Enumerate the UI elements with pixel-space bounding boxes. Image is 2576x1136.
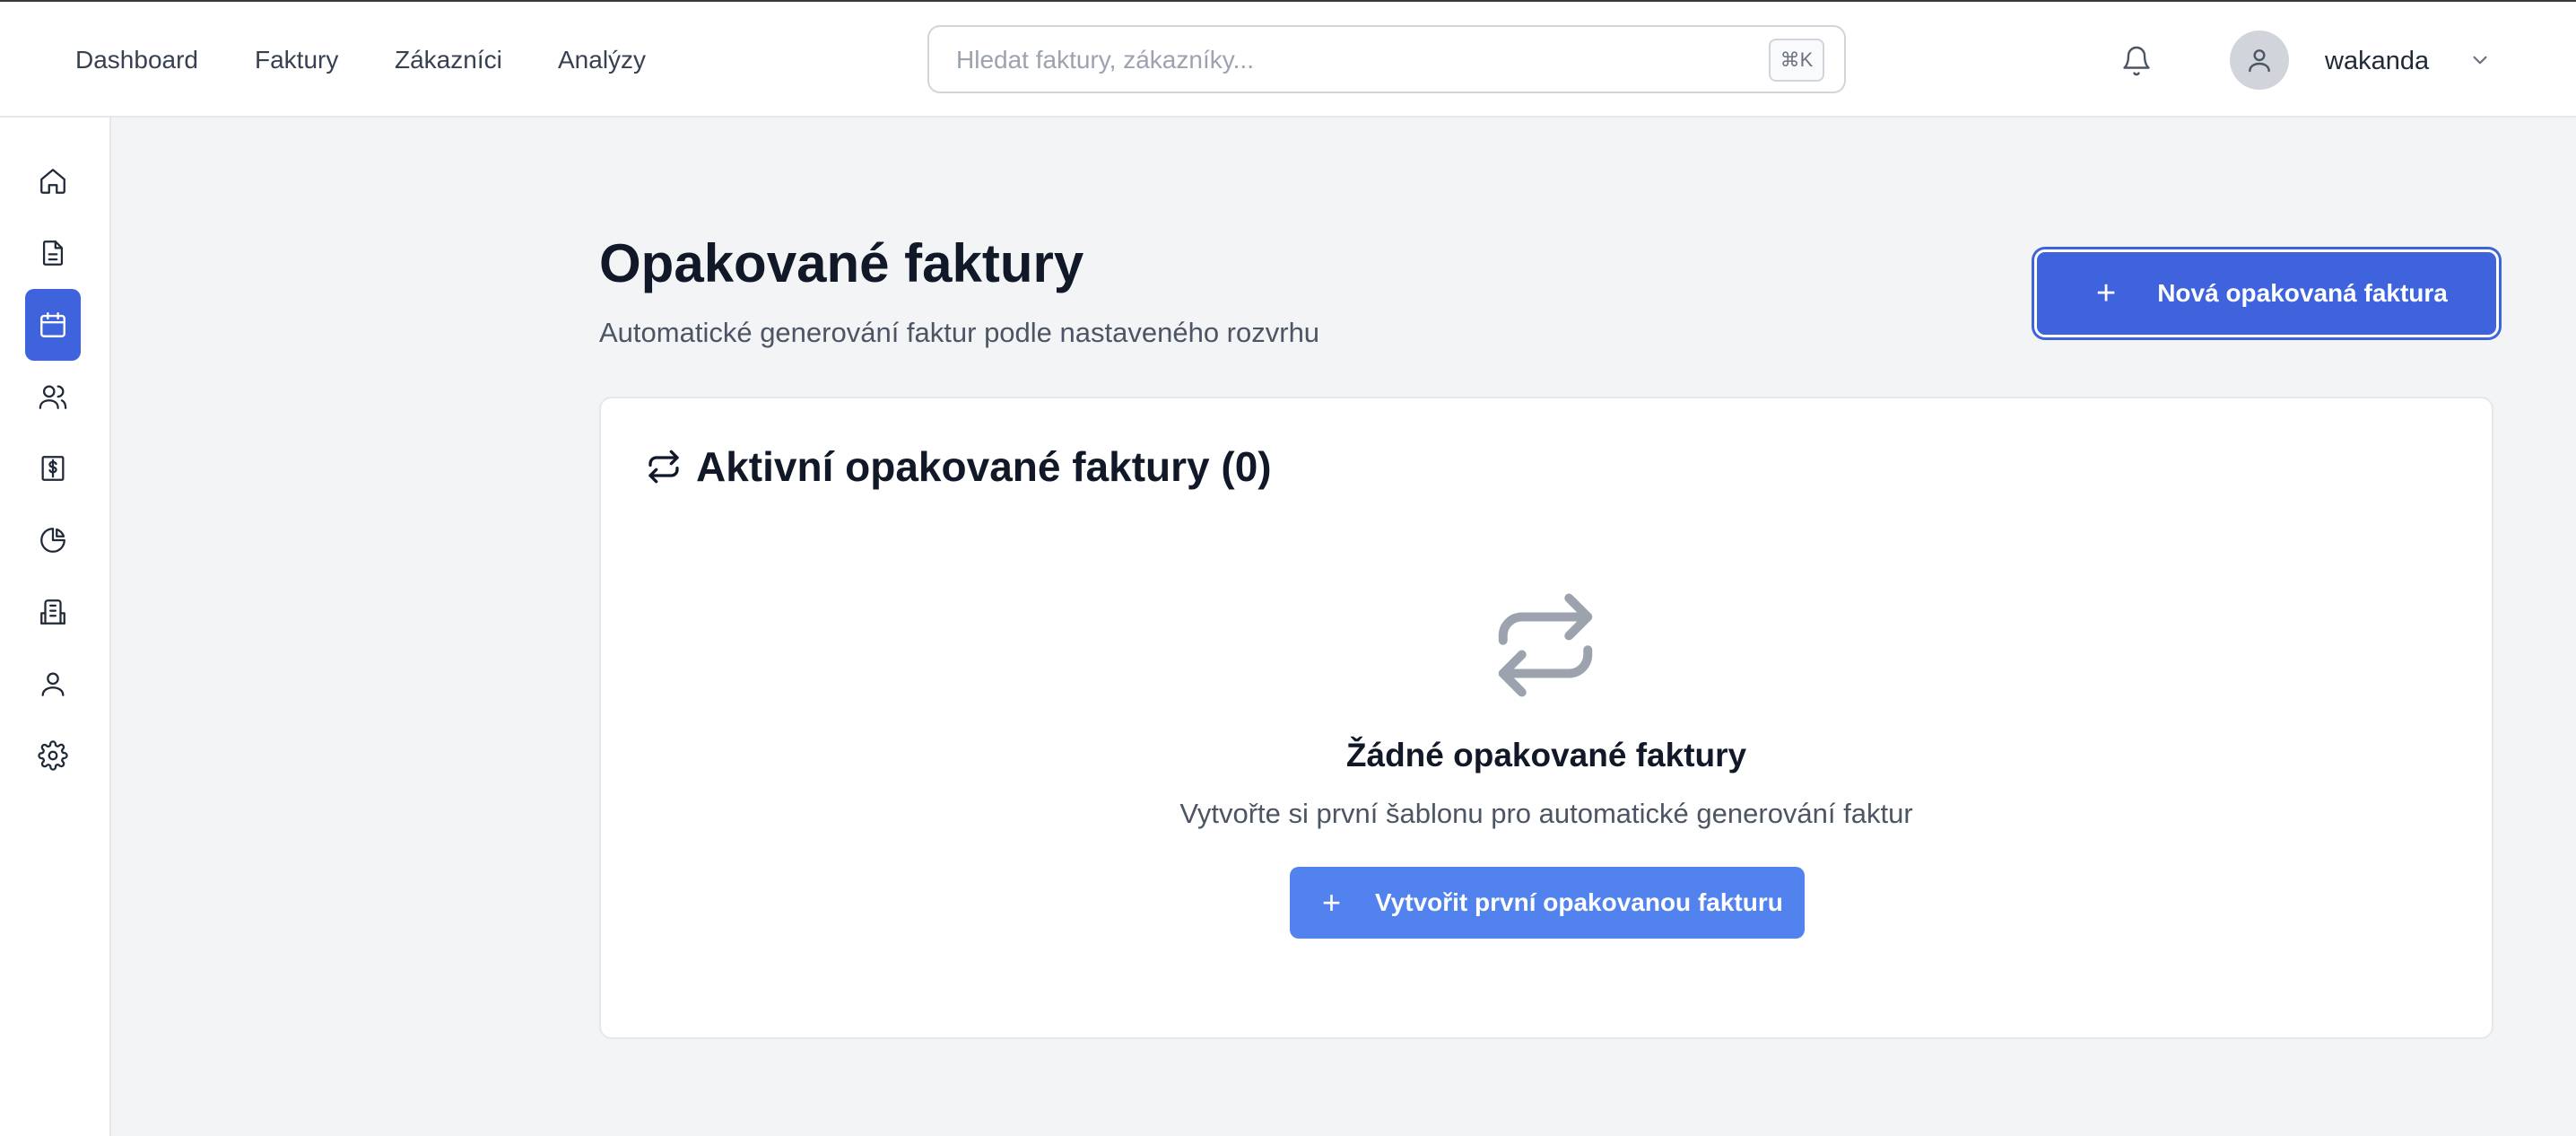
avatar[interactable]	[2230, 31, 2289, 90]
search-box: ⌘K	[927, 25, 1846, 93]
new-recurring-invoice-button[interactable]: + Nová opakovaná faktura	[2034, 249, 2499, 337]
empty-state-description: Vytvořte si první šablonu pro automatick…	[1179, 798, 1913, 829]
dollar-receipt-icon	[41, 456, 65, 481]
pie-chart-icon	[40, 528, 65, 553]
create-first-recurring-invoice-button[interactable]: + Vytvořit první opakovanou fakturu	[1290, 867, 1805, 939]
calendar-icon	[40, 312, 65, 337]
page-title: Opakované faktury	[599, 233, 1084, 293]
user-avatar-icon	[2249, 49, 2270, 73]
gear-icon	[38, 740, 68, 771]
users-icon	[39, 385, 67, 409]
home-icon	[40, 169, 65, 194]
chevron-down-icon[interactable]	[2468, 48, 2492, 76]
nav-link-faktury[interactable]: Faktury	[255, 43, 338, 77]
empty-state-title: Žádné opakované faktury	[1345, 737, 1747, 773]
sidebar-item-recurring[interactable]	[25, 289, 81, 361]
sidebar-item-analytics[interactable]	[25, 504, 81, 576]
sidebar-item-companies[interactable]	[25, 576, 81, 648]
nav-link-dashboard[interactable]: Dashboard	[75, 43, 198, 77]
sidebar-item-payments[interactable]	[25, 433, 81, 504]
nav-link-analyzy[interactable]: Analýzy	[558, 43, 646, 77]
search-shortcut-badge: ⌘K	[1769, 39, 1824, 82]
top-header: Dashboard Faktury Zákazníci Analýzy ⌘K w…	[0, 2, 2576, 118]
username[interactable]: wakanda	[2325, 44, 2429, 78]
repeat-icon	[646, 449, 682, 489]
user-icon	[41, 672, 65, 696]
sidebar-item-invoices[interactable]	[25, 217, 81, 289]
sidebar-item-home[interactable]	[25, 145, 81, 217]
plus-icon: +	[2096, 275, 2117, 312]
sidebar	[0, 118, 111, 1136]
recurring-invoices-card: Aktivní opakované faktury (0) Žádné opak…	[599, 397, 2493, 1039]
plus-icon: +	[1322, 884, 1342, 921]
sidebar-item-settings[interactable]	[25, 720, 81, 791]
card-title: Aktivní opakované faktury (0)	[696, 443, 1272, 490]
sidebar-item-customers[interactable]	[25, 361, 81, 433]
sidebar-item-profile[interactable]	[25, 648, 81, 720]
page-subtitle: Automatické generování faktur podle nast…	[599, 317, 1320, 348]
new-recurring-invoice-label: Nová opakovaná faktura	[2157, 279, 2448, 307]
building-icon	[40, 599, 65, 625]
bell-icon[interactable]	[2120, 45, 2153, 77]
search-input[interactable]	[956, 43, 1781, 77]
repeat-icon	[1489, 589, 1602, 706]
nav-link-zakaznici[interactable]: Zákazníci	[395, 43, 502, 77]
document-icon	[42, 240, 64, 266]
create-first-recurring-invoice-label: Vytvořit první opakovanou fakturu	[1375, 888, 1783, 916]
